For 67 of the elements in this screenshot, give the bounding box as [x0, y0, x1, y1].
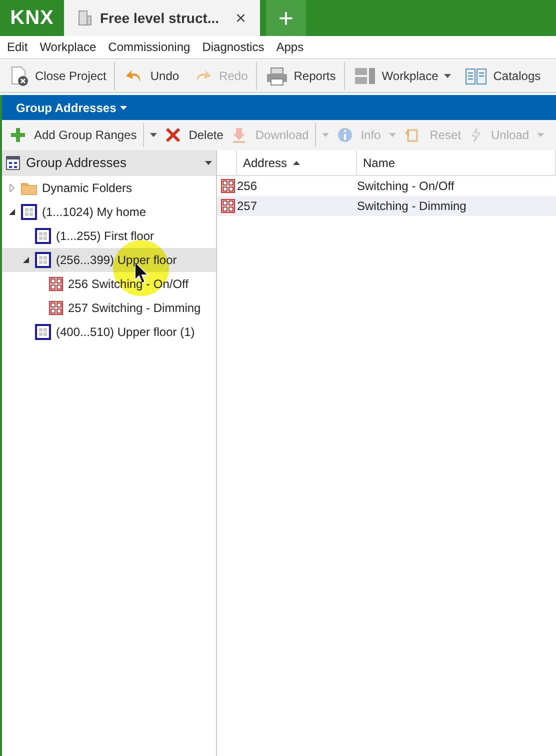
- caret-icon: [322, 133, 329, 137]
- table-row[interactable]: 257 Switching - Dimming: [217, 196, 556, 216]
- document-close-icon: [9, 66, 29, 86]
- download-icon: [231, 127, 248, 143]
- column-header[interactable]: Address: [237, 150, 357, 175]
- group-address-icon: [49, 301, 63, 315]
- table-cell-text: 257: [237, 198, 258, 215]
- caret-icon: [120, 106, 128, 110]
- plus-icon: [10, 127, 26, 143]
- toolbar-button[interactable]: Delete: [162, 123, 226, 147]
- tree-item[interactable]: 257 Switching - Dimming: [2, 296, 216, 320]
- tree-item[interactable]: (1...255) First floor: [2, 224, 216, 248]
- collapsed-icon: [8, 184, 16, 192]
- range-icon: [35, 252, 51, 268]
- caret-icon: [150, 133, 157, 137]
- tree-item-label: 257 Switching - Dimming: [68, 300, 201, 317]
- tree-item-label: (400...510) Upper floor (1): [56, 324, 195, 341]
- expanded-icon: [8, 208, 16, 216]
- tree-item[interactable]: (400...510) Upper floor (1): [2, 320, 216, 344]
- range-icon: [21, 204, 37, 220]
- toolbar-button[interactable]: Workplace: [350, 62, 454, 90]
- table-cell-text: Switching - Dimming: [357, 198, 466, 215]
- toolbar-button[interactable]: Close Project: [6, 62, 116, 90]
- expanded-icon: [22, 256, 30, 264]
- tree-item-label: Dynamic Folders: [42, 180, 132, 197]
- logo: KNX: [9, 6, 55, 31]
- table-cell-text: 256: [237, 178, 258, 195]
- toolbar-button[interactable]: Add Group Ranges: [8, 123, 144, 147]
- range-icon: [35, 324, 51, 340]
- toolbar-button[interactable]: Undo: [121, 62, 182, 90]
- delete-icon: [164, 127, 181, 143]
- group-address-icon: [221, 179, 235, 193]
- document-tab[interactable]: Free level struct... ×: [64, 0, 260, 36]
- lightning-icon: [469, 127, 484, 143]
- table-cell-text: Switching - On/Off: [357, 178, 454, 195]
- close-tab-button[interactable]: ×: [235, 4, 246, 32]
- caret-icon: [444, 74, 452, 78]
- range-icon: [35, 228, 51, 244]
- book-icon: [465, 66, 488, 86]
- menu-item[interactable]: Apps: [276, 38, 304, 56]
- folder-icon: [21, 181, 37, 195]
- toolbar-button[interactable]: Catalogs: [462, 62, 544, 90]
- group-address-icon: [221, 199, 235, 213]
- panel-title[interactable]: Group Addresses: [16, 98, 128, 116]
- tree-item[interactable]: Dynamic Folders: [2, 176, 216, 200]
- tree-item-label: (1...255) First floor: [56, 228, 154, 245]
- caret-icon: [205, 161, 212, 165]
- column-header[interactable]: Name: [357, 150, 556, 175]
- tree-item-label: (1...1024) My home: [42, 204, 146, 221]
- tree-item[interactable]: (1...1024) My home: [2, 200, 216, 224]
- menu-item[interactable]: Diagnostics: [202, 38, 264, 56]
- tab-label: Free level struct...: [100, 8, 220, 28]
- menu-item[interactable]: Edit: [7, 38, 28, 56]
- caret-icon: [537, 133, 544, 137]
- grid-icon: [6, 156, 20, 170]
- layout-icon: [354, 66, 376, 86]
- printer-icon: [266, 66, 288, 86]
- tree-title: Group Addresses: [26, 154, 128, 172]
- building-icon: [78, 10, 92, 26]
- menu-item[interactable]: Workplace: [40, 38, 96, 56]
- info-icon: [336, 127, 353, 143]
- caret-icon: [388, 133, 396, 137]
- menu-item[interactable]: Commissioning: [108, 38, 190, 56]
- tree-header[interactable]: Group Addresses: [2, 150, 216, 176]
- sort-ascending-icon: [293, 160, 300, 164]
- group-address-icon: [49, 277, 63, 291]
- toolbar-button[interactable]: Reports: [262, 62, 345, 90]
